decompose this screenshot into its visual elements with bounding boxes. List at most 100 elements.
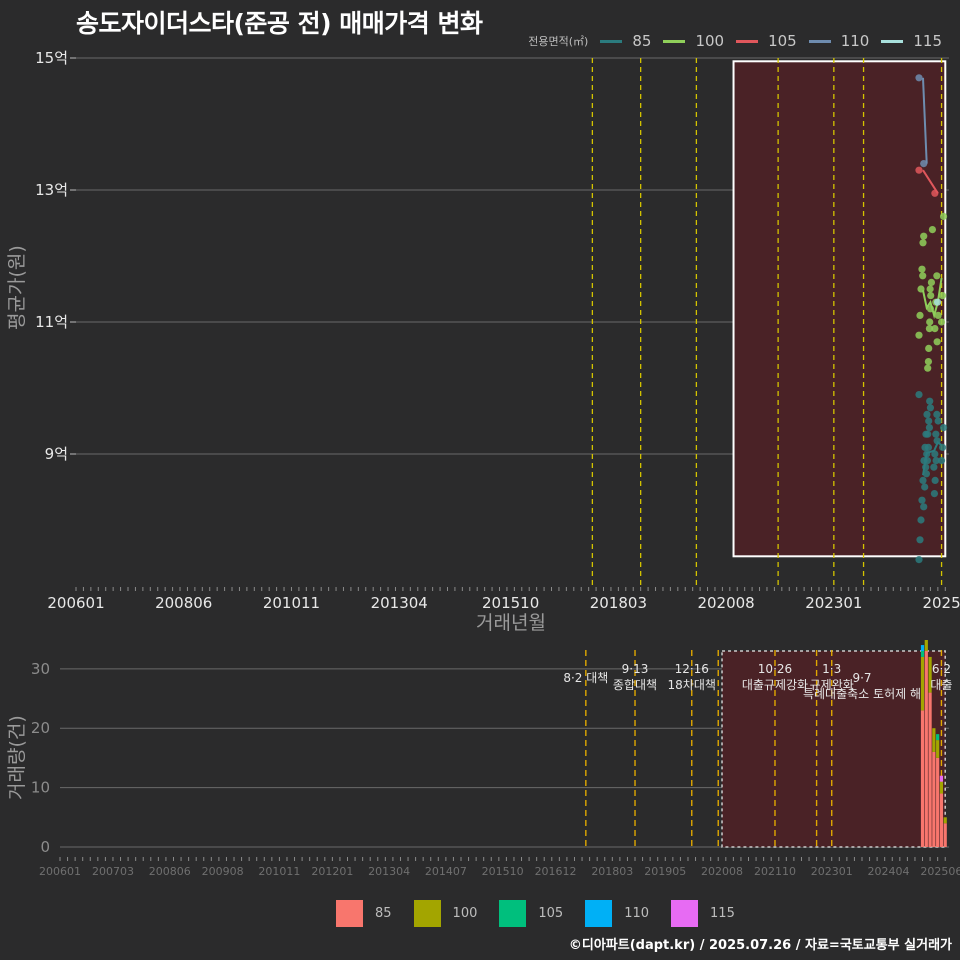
volume-bar-100: [943, 817, 947, 824]
price-point-85: [930, 490, 939, 498]
price-point-100: [927, 292, 935, 300]
price-point-85: [922, 463, 930, 471]
price-point-85: [919, 476, 927, 484]
volume-bar-85: [939, 793, 944, 847]
volume-month-tick-label: 202110: [754, 865, 796, 878]
price-point-85: [931, 450, 939, 458]
price-point-85: [925, 417, 933, 425]
volume-month-tick-label: 201905: [644, 865, 686, 878]
volume-legend: 85 100 105 110 115: [336, 900, 757, 927]
policy-annotation: 9·7: [852, 671, 871, 685]
volume-month-tick-label: 202301: [811, 865, 853, 878]
policy-annotation: 종합대책: [613, 677, 657, 692]
price-point-105: [931, 189, 939, 197]
month-tick-label: 202301: [805, 594, 862, 612]
volume-legend-swatch-105: [499, 900, 527, 927]
price-point-85: [923, 457, 932, 465]
volume-bar-105: [936, 734, 940, 741]
volume-bar-85: [920, 710, 925, 847]
volume-bar-100: [936, 740, 940, 758]
month-tick-label: 201011: [263, 594, 320, 612]
price-point-100: [937, 318, 946, 326]
price-point-85: [922, 470, 931, 478]
price-tick-label: 9억: [45, 445, 68, 463]
volume-legend-swatch-110: [585, 900, 613, 927]
price-axis-title: 평균가(원): [6, 245, 28, 330]
policy-annotation: 8·2 대책: [563, 670, 608, 685]
price-point-100: [924, 358, 933, 366]
policy-annotation: 12·16: [675, 662, 709, 676]
price-point-100: [933, 272, 941, 280]
volume-month-tick-label: 202404: [867, 865, 909, 878]
month-tick-label: 200806: [155, 594, 212, 612]
price-tick-label: 15억: [35, 49, 68, 67]
volume-legend-item-110: 110: [585, 900, 661, 927]
price-point-85: [918, 496, 926, 504]
volume-bar-115: [939, 775, 944, 782]
month-tick-label: 2025: [922, 594, 960, 612]
volume-bar-105: [920, 651, 925, 657]
price-point-85: [916, 536, 924, 544]
volume-tick-label: 0: [40, 838, 50, 856]
volume-tick-label: 30: [31, 660, 50, 678]
price-point-85: [926, 397, 934, 405]
price-chart: 9억11억13억15억200601 200806 201011 201304 20151…: [35, 49, 960, 612]
price-point-85: [924, 430, 932, 438]
price-point-100: [919, 239, 927, 247]
volume-month-tick-label: 200806: [149, 865, 191, 878]
price-point-100: [927, 278, 936, 286]
volume-bar-85: [932, 751, 936, 847]
price-point-100: [918, 265, 926, 273]
volume-chart: 0 10 20 30 200601 200703 200806 200908 201011 201…: [31, 640, 960, 878]
volume-month-tick-label: 201011: [258, 865, 300, 878]
price-point-100: [933, 338, 941, 346]
price-point-85: [926, 404, 935, 412]
price-point-100: [915, 331, 923, 339]
volume-legend-swatch-115: [671, 900, 699, 927]
price-point-100: [931, 325, 939, 333]
price-point-85: [924, 443, 933, 451]
volume-legend-item-115: 115: [671, 900, 747, 927]
price-point-100: [928, 226, 937, 234]
volume-axis-title: 거래량(건): [6, 715, 28, 800]
price-tick-label: 11억: [35, 313, 68, 331]
volume-month-tick-label: 201803: [591, 865, 633, 878]
volume-month-tick-label: 201304: [368, 865, 410, 878]
price-point-85: [915, 556, 923, 564]
volume-legend-swatch-100: [413, 900, 441, 927]
volume-month-tick-label: 201612: [535, 865, 577, 878]
price-point-100: [926, 285, 934, 293]
month-tick-label: 201304: [371, 594, 428, 612]
volume-legend-item-105: 105: [499, 900, 575, 927]
price-point-85: [925, 424, 934, 432]
price-highlight-box: [732, 60, 947, 558]
source-credit: ©디아파트(dapt.kr) / 2025.07.26 / 자료=국토교통부 실…: [568, 938, 952, 953]
volume-month-tick-label: 200908: [202, 865, 244, 878]
price-point-85: [917, 516, 925, 524]
price-point-100: [919, 272, 927, 280]
volume-legend-swatch-85: [336, 900, 363, 927]
volume-bar-100: [920, 656, 925, 711]
volume-month-tick-label: 200601: [39, 865, 81, 878]
price-point-100: [926, 305, 935, 313]
price-point-85: [937, 457, 946, 465]
price-point-85: [920, 503, 928, 511]
volume-bar-85: [924, 651, 928, 847]
price-point-100: [926, 318, 934, 326]
price-point-100: [920, 232, 928, 240]
price-point-85: [939, 424, 948, 432]
volume-bar-85: [943, 823, 947, 847]
policy-annotation: 1·3: [822, 662, 841, 676]
volume-month-tick-label: 201407: [425, 865, 467, 878]
price-point-85: [938, 443, 947, 451]
price-point-100: [917, 285, 925, 293]
volume-bar-100: [932, 728, 936, 752]
price-point-85: [923, 450, 931, 458]
policy-annotation: 9·13: [622, 662, 649, 676]
volume-bar-110: [920, 645, 925, 651]
volume-tick-label: 20: [31, 719, 50, 737]
policy-annotation: 18차대책: [668, 677, 716, 692]
price-point-85: [923, 410, 931, 418]
month-tick-label: 201803: [590, 594, 647, 612]
price-point-105: [915, 166, 923, 174]
